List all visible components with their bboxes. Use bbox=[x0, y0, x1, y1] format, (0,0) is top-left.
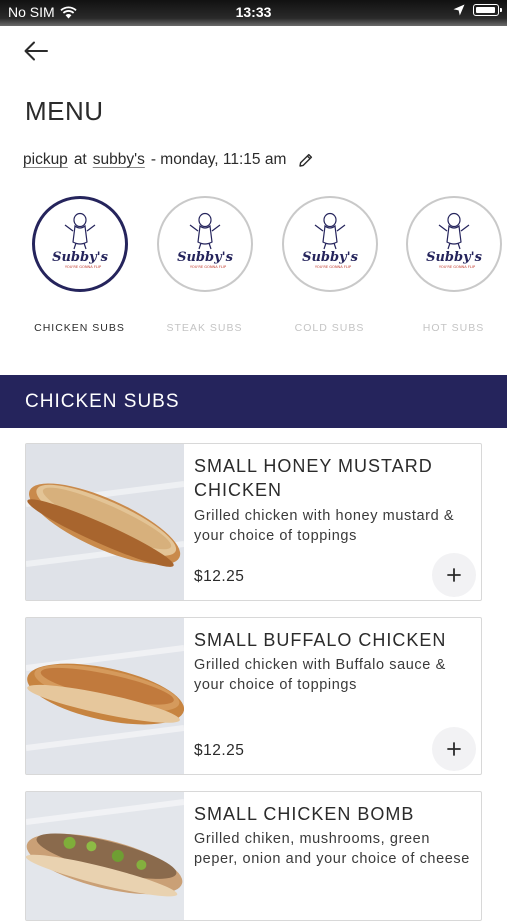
page-title: MENU bbox=[25, 96, 104, 126]
item-name: SMALL CHICKEN BOMB bbox=[194, 804, 415, 824]
add-item-button[interactable] bbox=[432, 553, 476, 597]
category-logo: Subby's YOU'RE GONNA FLIP bbox=[156, 196, 253, 292]
item-photo bbox=[26, 444, 184, 600]
subbys-logo-icon: Subby's YOU'RE GONNA FLIP bbox=[52, 212, 109, 269]
category-label: STEAK SUBS bbox=[166, 322, 243, 334]
svg-text:YOU'RE GONNA FLIP: YOU'RE GONNA FLIP bbox=[189, 265, 226, 269]
subbys-logo-icon: Subby's YOU'RE GONNA FLIP bbox=[302, 212, 359, 269]
plus-icon bbox=[447, 568, 461, 582]
item-description: Grilled chicken with honey mustard & you… bbox=[194, 508, 455, 544]
svg-text:YOU'RE GONNA FLIP: YOU'RE GONNA FLIP bbox=[314, 265, 351, 269]
item-photo bbox=[26, 792, 184, 920]
subbys-logo-icon: Subby's YOU'RE GONNA FLIP bbox=[177, 212, 234, 269]
order-location-link[interactable]: subby's bbox=[93, 151, 145, 169]
subbys-logo-icon: Subby's YOU'RE GONNA FLIP bbox=[426, 212, 483, 269]
order-mode-link[interactable]: pickup bbox=[23, 151, 68, 169]
category-label: COLD SUBS bbox=[294, 322, 365, 334]
item-name: SMALL BUFFALO CHICKEN bbox=[194, 630, 447, 650]
category-logo: Subby's YOU'RE GONNA FLIP bbox=[281, 196, 378, 292]
item-description: Grilled chicken with Buffalo sauce & you… bbox=[194, 657, 446, 693]
category-hot-subs[interactable]: Subby's YOU'RE GONNA FLIP HOT SUBS bbox=[391, 196, 507, 334]
item-name: SMALL HONEY MUSTARD CHICKEN bbox=[194, 456, 433, 500]
category-logo: Subby's YOU'RE GONNA FLIP bbox=[405, 196, 502, 292]
menu-item-card[interactable]: SMALL HONEY MUSTARD CHICKEN Grilled chic… bbox=[25, 443, 482, 601]
category-cold-subs[interactable]: Subby's YOU'RE GONNA FLIP COLD SUBS bbox=[267, 196, 392, 334]
svg-text:Subby's: Subby's bbox=[302, 250, 359, 265]
section-header: CHICKEN SUBS bbox=[0, 375, 507, 428]
add-item-button[interactable] bbox=[432, 727, 476, 771]
item-price: $12.25 bbox=[194, 568, 245, 585]
menu-item-card[interactable]: SMALL BUFFALO CHICKEN Grilled chicken wi… bbox=[25, 617, 482, 775]
plus-icon bbox=[447, 742, 461, 756]
svg-text:YOU'RE GONNA FLIP: YOU'RE GONNA FLIP bbox=[64, 265, 101, 269]
menu-item-card[interactable]: SMALL CHICKEN BOMB Grilled chiken, mushr… bbox=[25, 791, 482, 921]
category-chicken-subs[interactable]: Subby's YOU'RE GONNA FLIP CHICKEN SUBS bbox=[17, 196, 142, 334]
battery-icon bbox=[473, 4, 502, 16]
location-arrow-icon bbox=[453, 4, 465, 16]
item-photo bbox=[26, 618, 184, 774]
order-info: pickup at subby's - monday, 11:15 am bbox=[23, 151, 314, 169]
category-logo: Subby's YOU'RE GONNA FLIP bbox=[31, 196, 128, 292]
pencil-icon[interactable] bbox=[298, 152, 314, 168]
status-bar: No SIM 13:33 bbox=[0, 0, 507, 26]
item-price: $12.25 bbox=[194, 742, 245, 759]
category-steak-subs[interactable]: Subby's YOU'RE GONNA FLIP STEAK SUBS bbox=[142, 196, 267, 334]
status-time: 13:33 bbox=[235, 4, 272, 20]
category-carousel[interactable]: Subby's YOU'RE GONNA FLIP CHICKEN SUBS S… bbox=[0, 196, 507, 346]
order-at-text: at bbox=[73, 151, 87, 168]
category-label: CHICKEN SUBS bbox=[34, 322, 125, 334]
order-schedule: - monday, 11:15 am bbox=[150, 151, 287, 168]
svg-text:YOU'RE GONNA FLIP: YOU'RE GONNA FLIP bbox=[438, 265, 475, 269]
svg-text:Subby's: Subby's bbox=[52, 250, 109, 265]
svg-text:Subby's: Subby's bbox=[426, 250, 483, 265]
back-arrow-icon[interactable] bbox=[22, 38, 52, 64]
item-description: Grilled chiken, mushrooms, green peper, … bbox=[194, 831, 470, 867]
category-label: HOT SUBS bbox=[422, 322, 485, 334]
svg-text:Subby's: Subby's bbox=[177, 250, 234, 265]
